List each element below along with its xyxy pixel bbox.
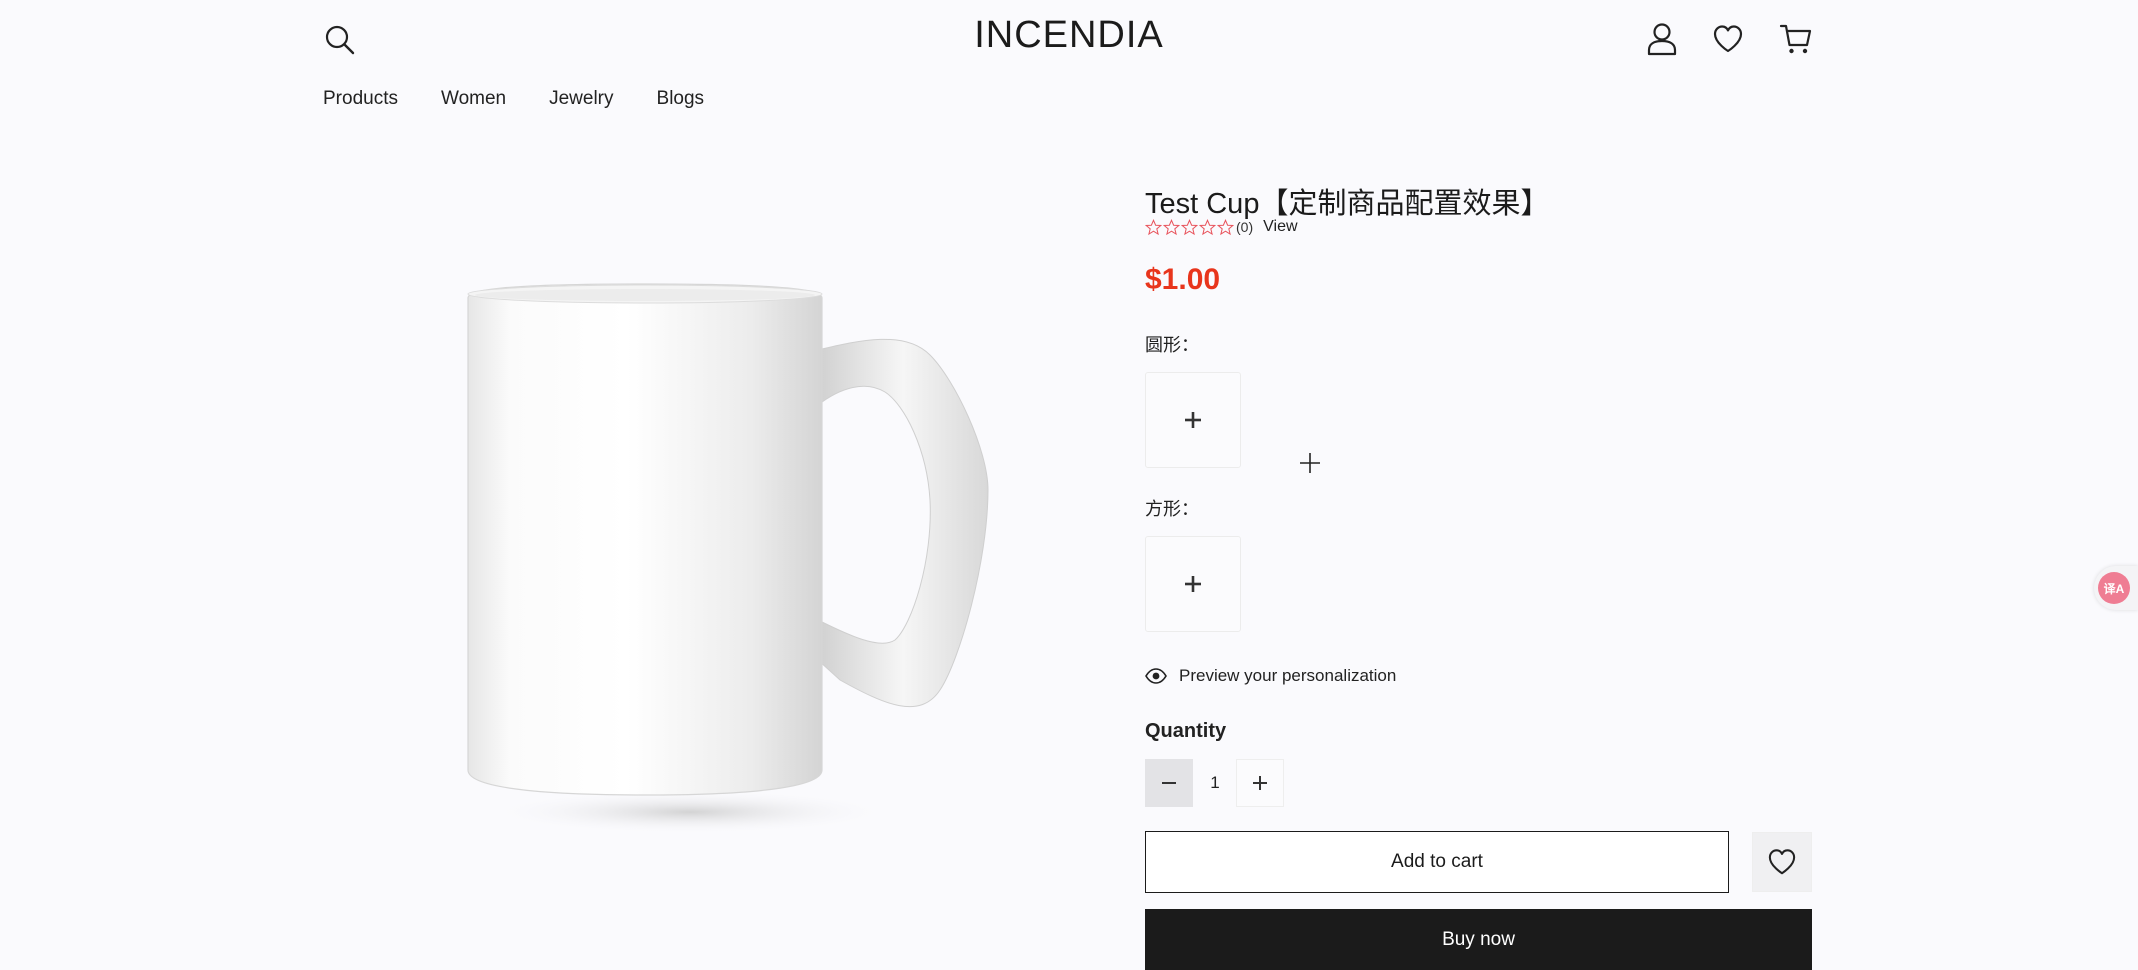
cart-icon bbox=[1779, 24, 1812, 54]
preview-personalization-link[interactable]: Preview your personalization bbox=[1145, 666, 1396, 686]
circle-upload-button[interactable] bbox=[1145, 372, 1241, 468]
eye-icon bbox=[1145, 668, 1167, 684]
main-nav: Products Women Jewelry Blogs bbox=[323, 88, 704, 110]
minus-icon bbox=[1162, 782, 1176, 784]
quantity-label: Quantity bbox=[1145, 720, 1227, 742]
star-outline-icon bbox=[1217, 218, 1234, 235]
star-outline-icon bbox=[1145, 218, 1162, 235]
plus-icon bbox=[1253, 776, 1267, 790]
star-outline-icon bbox=[1199, 218, 1216, 235]
nav-item-women[interactable]: Women bbox=[441, 88, 506, 110]
star-outline-icon bbox=[1163, 218, 1180, 235]
heart-icon bbox=[1713, 25, 1743, 53]
option-label-square: 方形： bbox=[1145, 499, 1199, 519]
nav-item-jewelry[interactable]: Jewelry bbox=[549, 88, 613, 110]
translate-widget[interactable]: 译A bbox=[2094, 566, 2138, 610]
crosshair-cursor-icon bbox=[1300, 453, 1320, 473]
rating-count: (0) bbox=[1236, 219, 1254, 235]
nav-item-products[interactable]: Products bbox=[323, 88, 398, 110]
quantity-increase-button[interactable] bbox=[1236, 759, 1284, 807]
site-header: INCENDIA Products Women Jewelry Blogs bbox=[0, 0, 2138, 130]
mug-illustration bbox=[467, 283, 989, 834]
cart-button[interactable] bbox=[1775, 19, 1817, 59]
quantity-decrease-button[interactable] bbox=[1145, 759, 1193, 807]
preview-label: Preview your personalization bbox=[1179, 666, 1397, 685]
add-to-wishlist-button[interactable] bbox=[1752, 832, 1812, 892]
view-reviews-link[interactable]: View bbox=[1263, 218, 1297, 236]
option-label-circle: 圆形： bbox=[1145, 335, 1199, 355]
heart-icon bbox=[1768, 849, 1796, 875]
plus-icon bbox=[1185, 412, 1201, 428]
translate-icon: 译A bbox=[2098, 572, 2130, 604]
product-price: $1.00 bbox=[1145, 263, 1221, 296]
wishlist-header-button[interactable] bbox=[1708, 20, 1748, 58]
nav-item-blogs[interactable]: Blogs bbox=[657, 88, 705, 110]
star-outline-icon bbox=[1181, 218, 1198, 235]
rating-stars bbox=[1145, 218, 1234, 236]
site-logo[interactable]: INCENDIA bbox=[0, 14, 2138, 57]
account-button[interactable] bbox=[1642, 18, 1682, 60]
plus-icon bbox=[1185, 576, 1201, 592]
user-icon bbox=[1647, 23, 1677, 56]
square-upload-button[interactable] bbox=[1145, 536, 1241, 632]
quantity-input[interactable] bbox=[1195, 759, 1235, 807]
add-to-cart-button[interactable]: Add to cart bbox=[1145, 831, 1729, 893]
buy-now-button[interactable]: Buy now bbox=[1145, 909, 1812, 970]
product-rating: (0) View bbox=[1145, 218, 1298, 236]
product-title: Test Cup【定制商品配置效果】 bbox=[1145, 188, 1550, 220]
product-image[interactable] bbox=[440, 280, 1020, 880]
